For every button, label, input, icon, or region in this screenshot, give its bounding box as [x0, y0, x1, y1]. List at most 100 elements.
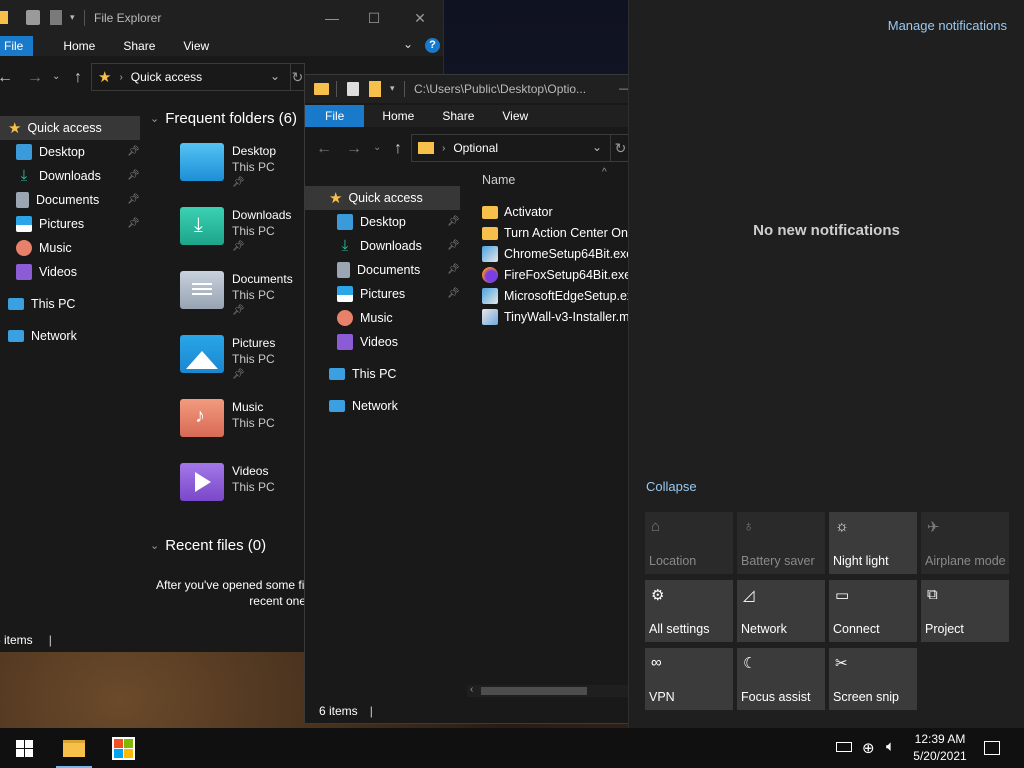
nav-this-pc[interactable]: This PC — [329, 362, 396, 386]
nav-downloads[interactable]: ⤓ Downloads — [16, 164, 101, 188]
file-row[interactable]: FireFoxSetup64Bit.exe — [482, 265, 628, 285]
nav-documents[interactable]: Documents — [337, 258, 420, 282]
column-header-name[interactable]: Name ^ — [482, 167, 628, 193]
forward-arrow-icon[interactable]: → — [22, 65, 48, 91]
up-arrow-icon[interactable]: ↑ — [385, 136, 411, 162]
nav-pictures[interactable]: Pictures — [16, 212, 84, 236]
nav-videos[interactable]: Videos — [337, 330, 398, 354]
nav-music[interactable]: Music — [16, 236, 72, 260]
folder-tile-desktop[interactable]: Desktop This PC 📌︎ — [180, 143, 276, 191]
tab-home[interactable]: Home — [364, 106, 414, 126]
taskbar-store[interactable] — [99, 728, 147, 768]
file-explorer-window-front[interactable]: ▾ C:\Users\Public\Desktop\Optio... — Fil… — [304, 74, 628, 724]
quick-action-location[interactable]: ⌂ Location — [645, 512, 733, 574]
collapse-link[interactable]: Collapse — [646, 479, 697, 494]
pin-icon[interactable]: 📌︎ — [447, 240, 460, 251]
quick-action-all-settings[interactable]: ⚙ All settings — [645, 580, 733, 642]
pin-icon[interactable]: 📌︎ — [232, 175, 276, 191]
tab-share[interactable]: Share — [95, 36, 155, 56]
address-bar[interactable]: › Optional ⌄ — [411, 134, 611, 162]
pin-icon[interactable]: 📌︎ — [232, 303, 293, 319]
folder-tile-videos[interactable]: Videos This PC — [180, 463, 275, 501]
nav-desktop[interactable]: Desktop — [337, 210, 406, 234]
nav-this-pc[interactable]: This PC — [8, 292, 75, 316]
up-arrow-icon[interactable]: ↑ — [65, 65, 91, 91]
battery-icon[interactable] — [836, 742, 852, 752]
nav-downloads[interactable]: ⤓ Downloads — [337, 234, 422, 258]
quick-action-focus-assist[interactable]: ☾ Focus assist — [737, 648, 825, 710]
tab-view[interactable]: View — [474, 106, 528, 126]
horizontal-scrollbar[interactable]: ‹ — [467, 684, 628, 697]
quick-action-network[interactable]: ◿ Network — [737, 580, 825, 642]
nav-pictures[interactable]: Pictures — [337, 282, 405, 306]
new-folder-icon[interactable] — [50, 10, 62, 25]
dropdown-icon[interactable]: ▾ — [390, 83, 395, 94]
file-row[interactable]: MicrosoftEdgeSetup.exe — [482, 286, 628, 306]
nav-desktop[interactable]: Desktop — [16, 140, 85, 164]
ribbon-expand-icon[interactable]: ⌄ — [403, 37, 413, 51]
properties-icon[interactable] — [26, 10, 40, 25]
pin-icon[interactable]: 📌︎ — [127, 170, 140, 181]
title-bar[interactable]: ▾ File Explorer — ☐ ✕ — [0, 0, 443, 36]
file-row[interactable]: Turn Action Center On o — [482, 223, 628, 243]
quick-action-screen-snip[interactable]: ✂ Screen snip — [829, 648, 917, 710]
tab-share[interactable]: Share — [414, 106, 474, 126]
pin-icon[interactable]: 📌︎ — [447, 264, 460, 275]
new-folder-icon[interactable] — [369, 81, 381, 97]
pin-icon[interactable]: 📌︎ — [447, 216, 460, 227]
address-dropdown-icon[interactable]: ⌄ — [270, 69, 280, 83]
action-center-button[interactable] — [968, 728, 1016, 768]
address-dropdown-icon[interactable]: ⌄ — [592, 140, 602, 154]
folder-tile-documents[interactable]: Documents This PC 📌︎ — [180, 271, 293, 319]
scroll-left-icon[interactable]: ‹ — [470, 684, 473, 695]
back-arrow-icon[interactable]: ← — [311, 136, 337, 162]
quick-action-night-light[interactable]: ☼ Night light — [829, 512, 917, 574]
minimize-button[interactable]: — — [619, 81, 628, 95]
file-row[interactable]: Activator — [482, 202, 553, 222]
nav-music[interactable]: Music — [337, 306, 393, 330]
properties-icon[interactable] — [347, 82, 359, 96]
file-row[interactable]: ChromeSetup64Bit.exe — [482, 244, 628, 264]
clock[interactable]: 12:39 AM 5/20/2021 — [904, 731, 976, 765]
tab-file[interactable]: File — [305, 105, 365, 127]
nav-documents[interactable]: Documents — [16, 188, 99, 212]
volume-icon[interactable]: 🔈︎ — [886, 738, 895, 755]
title-bar[interactable]: ▾ C:\Users\Public\Desktop\Optio... — — [305, 75, 628, 103]
maximize-button[interactable]: ☐ — [351, 0, 397, 36]
scrollbar-thumb[interactable] — [481, 687, 587, 695]
nav-network[interactable]: Network — [8, 324, 77, 348]
nav-videos[interactable]: Videos — [16, 260, 77, 284]
pin-icon[interactable]: 📌︎ — [127, 218, 140, 229]
quick-action-battery-saver[interactable]: ♁ Battery saver — [737, 512, 825, 574]
folder-tile-downloads[interactable]: ⤓ Downloads This PC 📌︎ — [180, 207, 291, 255]
refresh-button[interactable]: ↻ — [611, 134, 628, 162]
pin-icon[interactable]: 📌︎ — [232, 367, 275, 383]
pin-icon[interactable]: 📌︎ — [127, 146, 140, 157]
recent-locations-icon[interactable]: ⌄ — [52, 71, 60, 82]
refresh-button[interactable]: ↻ — [291, 63, 305, 91]
folder-tile-music[interactable]: ♪ Music This PC — [180, 399, 275, 437]
nav-quick-access[interactable]: ★ Quick access — [305, 186, 460, 210]
minimize-button[interactable]: — — [309, 0, 355, 36]
pin-icon[interactable]: 📌︎ — [127, 194, 140, 205]
manage-notifications-link[interactable]: Manage notifications — [888, 18, 1007, 33]
file-row[interactable]: TinyWall-v3-Installer.msi — [482, 307, 628, 327]
tab-view[interactable]: View — [155, 36, 209, 56]
back-arrow-icon[interactable]: ← — [0, 65, 18, 91]
pin-icon[interactable]: 📌︎ — [232, 239, 291, 255]
help-icon[interactable]: ? — [425, 38, 440, 53]
tab-home[interactable]: Home — [33, 36, 95, 56]
address-bar[interactable]: ★ › Quick access ⌄ — [91, 63, 291, 91]
quick-action-project[interactable]: ⧉ Project — [921, 580, 1009, 642]
start-button[interactable] — [0, 728, 48, 768]
folder-tile-pictures[interactable]: Pictures This PC 📌︎ — [180, 335, 275, 383]
network-globe-icon[interactable]: ⊕ — [862, 739, 875, 757]
frequent-folders-header[interactable]: ⌄ Frequent folders (6) — [150, 110, 297, 127]
recent-files-header[interactable]: ⌄ Recent files (0) — [150, 537, 266, 554]
quick-action-vpn[interactable]: ∞ VPN — [645, 648, 733, 710]
forward-arrow-icon[interactable]: → — [341, 136, 367, 162]
pin-icon[interactable]: 📌︎ — [447, 288, 460, 299]
taskbar-file-explorer[interactable] — [50, 728, 98, 768]
nav-network[interactable]: Network — [329, 394, 398, 418]
dropdown-icon[interactable]: ▾ — [70, 12, 75, 23]
